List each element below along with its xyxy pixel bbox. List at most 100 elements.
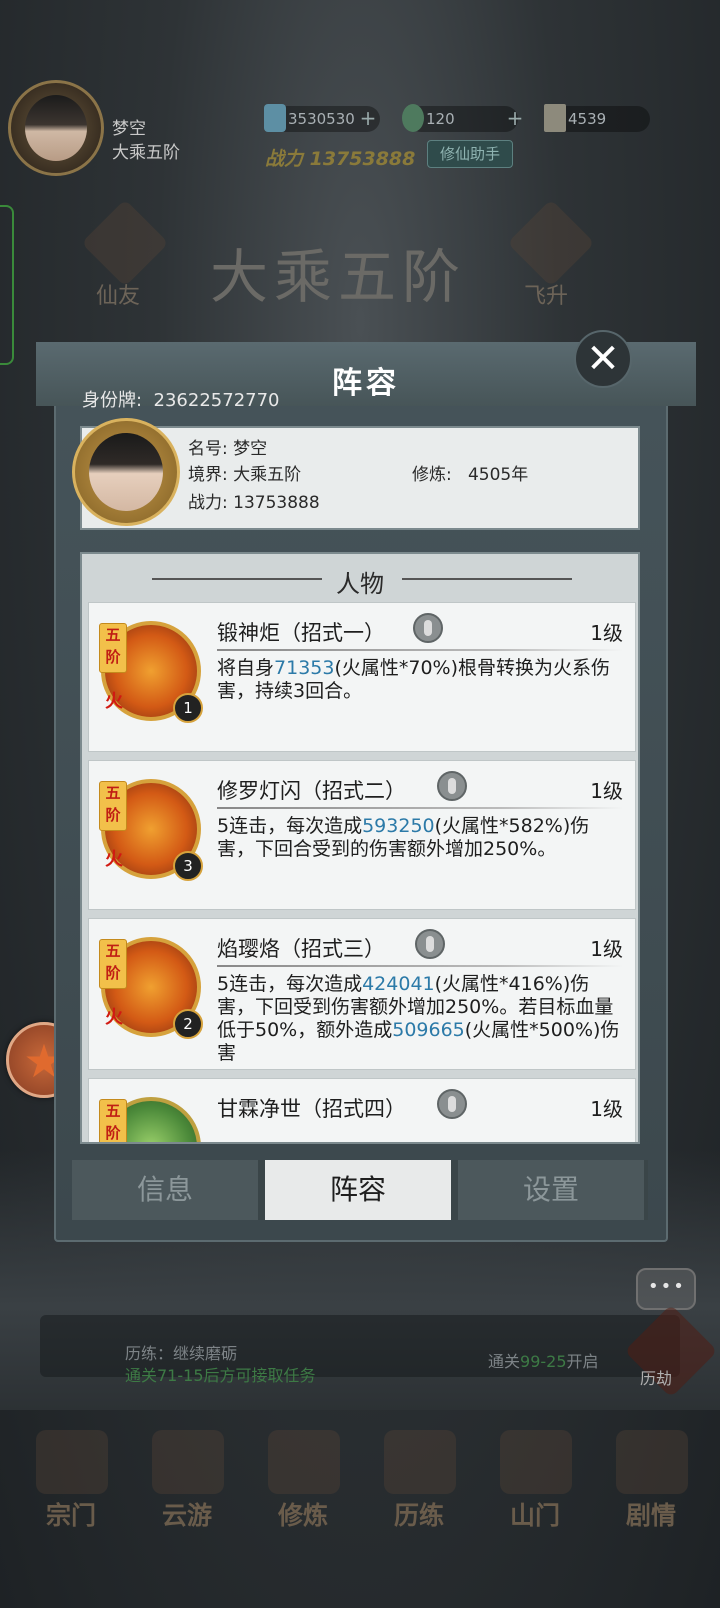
gate-icon	[500, 1430, 572, 1494]
skill-count-badge: 1	[173, 693, 203, 723]
resource-value: 4539	[568, 110, 607, 128]
combat-power: 战力 13753888	[265, 148, 416, 170]
close-icon: ✕	[586, 336, 620, 382]
power-label: 战力:	[188, 493, 228, 513]
travel-icon	[152, 1430, 224, 1494]
skill-divider	[217, 649, 623, 651]
player-name: 梦空	[112, 119, 146, 139]
tier-badge: 五阶	[99, 623, 127, 673]
avatar-portrait	[25, 95, 87, 161]
name-label: 名号:	[188, 439, 228, 459]
profile-avatar	[72, 418, 180, 526]
skill-level: 1级	[590, 779, 623, 803]
skill-description: 将自身71353(火属性*70%)根骨转换为火系伤害，持续3回合。	[217, 657, 627, 703]
element-badge: 火	[105, 1007, 123, 1028]
skill-name: 焰璎烙（招式三）	[217, 937, 385, 961]
skill-divider	[217, 965, 623, 967]
jade-icon	[402, 104, 424, 132]
cultivate-label: 修炼:	[412, 465, 452, 485]
skill-card[interactable]: 五阶 火 3 修罗灯闪（招式二） 1级 5连击，每次造成593250(火属性*5…	[88, 760, 636, 910]
skill-list-panel[interactable]: 人物 五阶 火 1 锻神炬（招式一） 1级 将自身71353(火属性*70%)根…	[80, 552, 640, 1144]
desc-value: 424041	[362, 973, 435, 995]
realm-value: 大乘五阶	[233, 465, 302, 485]
unlock-hint: 通关99-25开启	[488, 1348, 599, 1372]
resource-jade: 120	[402, 104, 518, 132]
section-title: 人物	[336, 570, 384, 598]
element-icon[interactable]	[415, 929, 445, 959]
player-avatar[interactable]	[8, 80, 104, 176]
element-icon[interactable]	[437, 771, 467, 801]
nav-label: 历练	[393, 1501, 444, 1530]
name-value: 梦空	[233, 439, 268, 459]
nav-story[interactable]: 剧情	[596, 1420, 706, 1530]
resource-value: 120	[426, 110, 455, 128]
scroll-icon	[544, 104, 566, 132]
identity-line: 身份牌: 23622572770	[82, 386, 280, 412]
desc-text: 5连击，每次造成	[217, 815, 363, 837]
chat-icon[interactable]	[636, 1268, 696, 1310]
task-requirement: 通关71-15后方可接取任务	[125, 1366, 316, 1385]
skill-card[interactable]: 五阶 火 2 焰璎烙（招式三） 1级 5连击，每次造成424041(火属性*41…	[88, 918, 636, 1070]
cultivate-icon	[268, 1430, 340, 1494]
nav-travel[interactable]: 云游	[132, 1420, 242, 1530]
bottom-nav: 宗门 云游 修炼 历练 山门 剧情	[0, 1420, 720, 1540]
element-badge: 火	[105, 691, 123, 712]
task-title: 历练：继续磨砺	[125, 1344, 238, 1363]
element-icon[interactable]	[413, 613, 443, 643]
nav-sect[interactable]: 宗门	[16, 1420, 126, 1530]
profile-realm-row: 境界: 大乘五阶	[188, 460, 301, 485]
skill-level: 1级	[590, 937, 623, 961]
skill-divider	[217, 807, 623, 809]
add-spirit-stone-button[interactable]: +	[358, 108, 378, 128]
realm-label: 境界:	[188, 465, 228, 485]
skill-name: 甘霖净世（招式四）	[217, 1097, 406, 1121]
skill-card[interactable]: 五阶 火 1 锻神炬（招式一） 1级 将自身71353(火属性*70%)根骨转换…	[88, 602, 636, 752]
desc-value: 593250	[362, 815, 435, 837]
close-button[interactable]: ✕	[574, 330, 632, 388]
nav-gate[interactable]: 山门	[480, 1420, 590, 1530]
skill-level: 1级	[590, 621, 623, 645]
profile-name-row: 名号: 梦空	[188, 434, 267, 459]
skill-level: 1级	[590, 1097, 623, 1121]
ascend-label: 飞升	[524, 284, 569, 309]
tab-info[interactable]: 信息	[72, 1160, 258, 1220]
player-topbar: 梦空 大乘五阶 3530530 + 120 + 4539 战力 13753888…	[0, 70, 720, 180]
add-jade-button[interactable]: +	[505, 108, 525, 128]
nav-label: 剧情	[625, 1501, 676, 1530]
desc-text: 将自身	[217, 657, 275, 679]
nav-label: 宗门	[45, 1501, 96, 1530]
profile-portrait	[89, 433, 163, 511]
resource-value: 3530530	[288, 110, 355, 128]
profile-power-row: 战力: 13753888	[188, 488, 320, 513]
tab-settings[interactable]: 设置	[458, 1160, 644, 1220]
training-icon	[384, 1430, 456, 1494]
element-badge: 火	[105, 849, 123, 870]
tier-badge: 五阶	[99, 939, 127, 989]
player-rank: 大乘五阶	[112, 143, 180, 163]
spirit-stone-icon	[264, 104, 286, 132]
element-icon[interactable]	[437, 1089, 467, 1119]
tribulation-label: 历劫	[640, 1369, 673, 1388]
skill-name: 锻神炬（招式一）	[217, 621, 385, 645]
unlock-stage: 99-25	[520, 1352, 567, 1371]
nav-cultivate[interactable]: 修炼	[248, 1420, 358, 1530]
nav-training[interactable]: 历练	[364, 1420, 474, 1530]
identity-value: 23622572770	[153, 390, 280, 411]
tier-badge: 五阶	[99, 781, 127, 831]
skill-description: 5连击，每次造成424041(火属性*416%)伤害，下回受到伤害额外增加250…	[217, 973, 627, 1065]
sect-icon	[36, 1430, 108, 1494]
profile-cultivate-row: 修炼: 4505年	[412, 460, 528, 485]
realm-banner: 大乘五阶	[210, 243, 467, 311]
unlock-prefix: 通关	[488, 1352, 521, 1371]
skill-card[interactable]: 五阶 甘霖净世（招式四） 1级	[88, 1078, 636, 1142]
friends-label: 仙友	[96, 284, 141, 309]
section-divider	[402, 578, 572, 580]
tab-lineup[interactable]: 阵容	[265, 1160, 451, 1220]
nav-label: 修炼	[277, 1501, 328, 1530]
left-edge-tab[interactable]	[0, 205, 14, 365]
cultivation-assistant-button[interactable]: 修仙助手	[427, 140, 513, 168]
story-icon	[616, 1430, 688, 1494]
skill-description: 5连击，每次造成593250(火属性*582%)伤害，下回合受到的伤害额外增加2…	[217, 815, 627, 861]
tier-badge: 五阶	[99, 1099, 127, 1142]
skill-count-badge: 2	[173, 1009, 203, 1039]
